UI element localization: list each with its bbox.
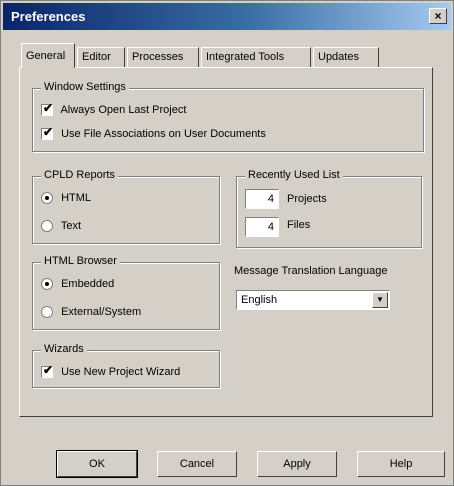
- radio-external[interactable]: External/System: [41, 305, 141, 321]
- tab-editor[interactable]: Editor: [77, 47, 125, 67]
- checkbox-box[interactable]: ✔: [41, 101, 54, 117]
- radio-button[interactable]: [41, 306, 53, 319]
- tab-processes[interactable]: Processes: [127, 47, 199, 67]
- files-count-field[interactable]: 4: [245, 217, 279, 237]
- wizards-group: Wizards ✔ Use New Project Wizard: [32, 343, 220, 388]
- cpld-reports-group: CPLD Reports HTML Text: [32, 169, 220, 244]
- checkbox-box[interactable]: ✔: [41, 363, 54, 379]
- tab-updates[interactable]: Updates: [313, 47, 379, 67]
- wizards-label: Wizards: [41, 343, 87, 355]
- radio-embedded-label: Embedded: [61, 278, 115, 290]
- tab-general[interactable]: General: [21, 43, 75, 68]
- window-title: Preferences: [11, 9, 86, 24]
- preferences-window: Preferences × General Editor Processes I…: [0, 0, 454, 486]
- cancel-button[interactable]: Cancel: [157, 451, 237, 477]
- general-panel: Window Settings ✔ Always Open Last Proje…: [19, 67, 433, 417]
- checkbox-box[interactable]: ✔: [41, 125, 54, 141]
- help-button[interactable]: Help: [357, 451, 445, 477]
- html-browser-group: HTML Browser Embedded External/System: [32, 255, 220, 330]
- message-language-value: English: [241, 294, 278, 306]
- radio-html-label: HTML: [61, 192, 92, 204]
- window-settings-label: Window Settings: [41, 81, 129, 93]
- apply-button[interactable]: Apply: [257, 451, 337, 477]
- close-icon: ×: [434, 9, 442, 23]
- files-label: Files: [287, 219, 311, 231]
- radio-embedded[interactable]: Embedded: [41, 277, 114, 293]
- always-open-checkbox[interactable]: ✔ Always Open Last Project: [41, 101, 187, 119]
- radio-button[interactable]: [41, 220, 53, 233]
- file-associations-label: Use File Associations on User Documents: [61, 128, 266, 140]
- title-bar[interactable]: Preferences ×: [3, 3, 451, 30]
- always-open-label: Always Open Last Project: [60, 104, 187, 116]
- recently-used-label: Recently Used List: [245, 169, 343, 181]
- new-project-wizard-label: Use New Project Wizard: [61, 366, 181, 378]
- radio-text-label: Text: [60, 220, 82, 232]
- projects-label: Projects: [287, 193, 327, 205]
- recently-used-group: Recently Used List 4 Projects 4 Files: [236, 169, 422, 248]
- chevron-down-icon[interactable]: ▼: [372, 292, 388, 308]
- radio-html[interactable]: HTML: [41, 191, 91, 207]
- new-project-wizard-checkbox[interactable]: ✔ Use New Project Wizard: [41, 363, 181, 381]
- file-associations-checkbox[interactable]: ✔ Use File Associations on User Document…: [41, 125, 266, 143]
- check-icon: ✔: [43, 363, 54, 378]
- radio-text[interactable]: Text: [41, 219, 81, 235]
- projects-count-field[interactable]: 4: [245, 189, 279, 209]
- check-icon: ✔: [43, 101, 54, 116]
- check-icon: ✔: [43, 125, 54, 140]
- close-button[interactable]: ×: [429, 8, 447, 24]
- message-language-select[interactable]: English ▼: [236, 290, 390, 310]
- radio-button[interactable]: [41, 278, 53, 291]
- radio-button[interactable]: [41, 192, 53, 205]
- tab-integrated-tools[interactable]: Integrated Tools: [201, 47, 311, 67]
- ok-button[interactable]: OK: [56, 450, 138, 478]
- cpld-reports-label: CPLD Reports: [41, 169, 118, 181]
- message-language-label: Message Translation Language: [234, 265, 388, 277]
- window-settings-group: Window Settings ✔ Always Open Last Proje…: [32, 81, 424, 152]
- radio-external-label: External/System: [61, 306, 142, 318]
- html-browser-label: HTML Browser: [41, 255, 120, 267]
